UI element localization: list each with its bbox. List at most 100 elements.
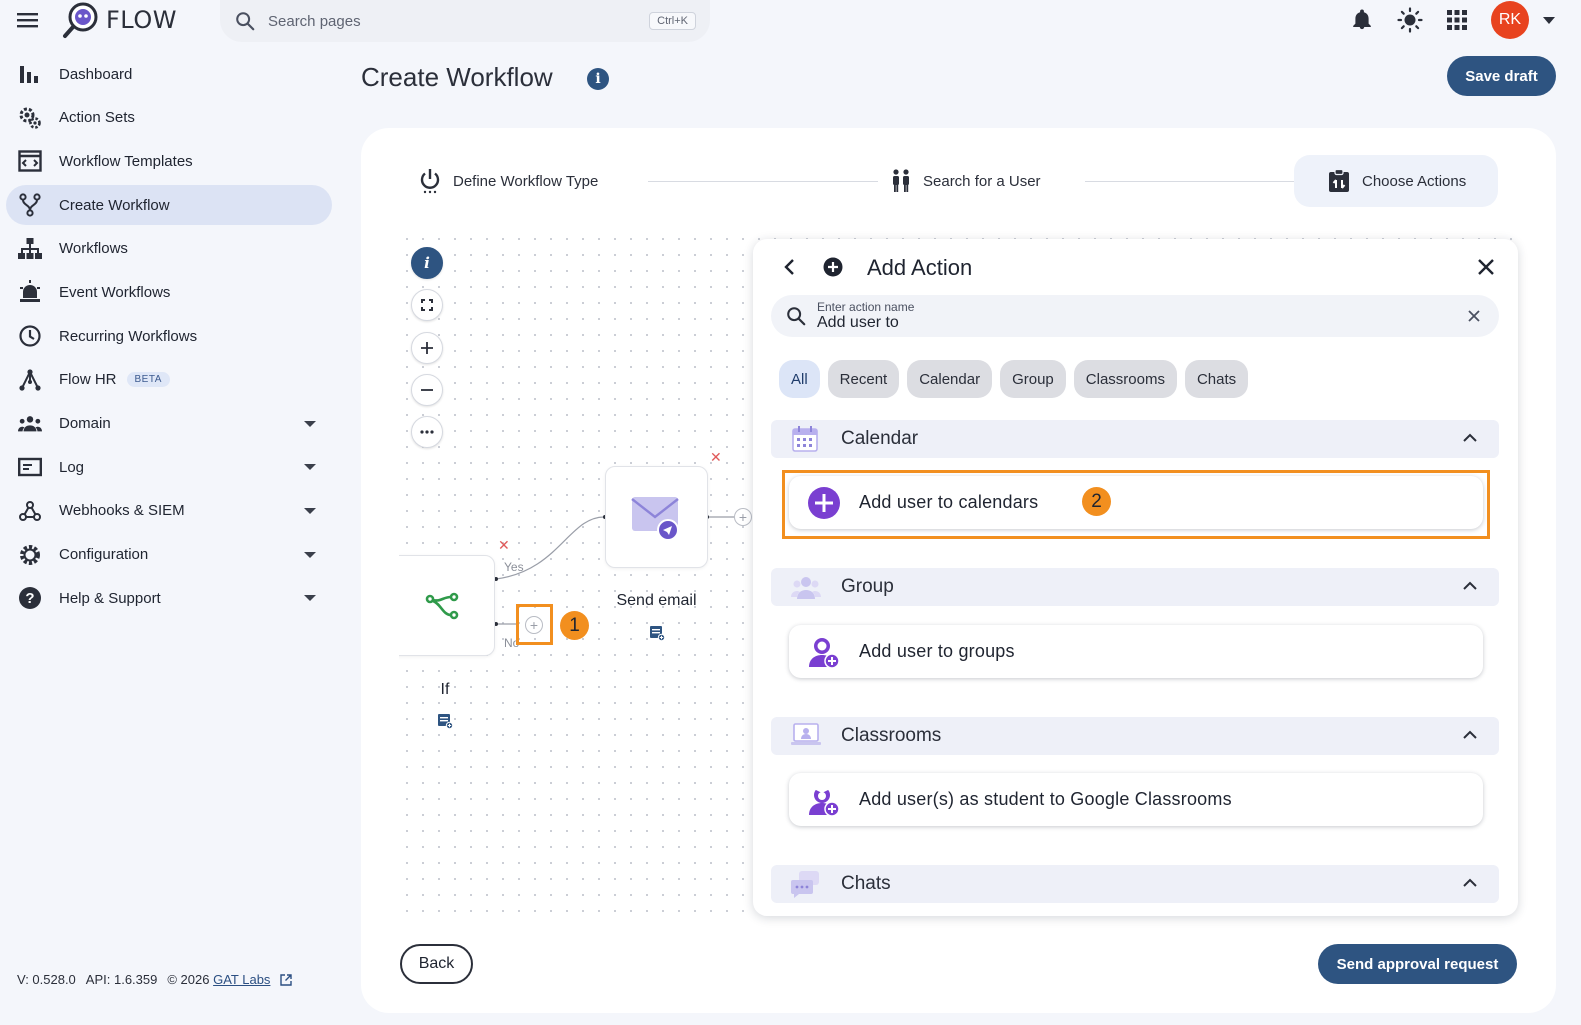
api-version: API: 1.6.359 — [85, 972, 158, 987]
template-icon — [18, 149, 42, 173]
highlight-add-step — [516, 604, 553, 645]
user-menu[interactable]: RK — [1491, 1, 1555, 39]
info-icon[interactable]: i — [587, 68, 609, 90]
bar-chart-icon — [18, 62, 42, 86]
filter-chip-group[interactable]: Group — [1000, 360, 1066, 398]
apps-grid-icon[interactable] — [1447, 10, 1467, 30]
clear-search-icon[interactable] — [1468, 310, 1480, 322]
sidebar-item-label: Event Workflows — [59, 283, 171, 301]
send-email-label: Send email — [616, 592, 697, 609]
menu-icon[interactable] — [17, 10, 39, 30]
chevron-up-icon[interactable] — [1463, 433, 1477, 442]
caret-down-icon[interactable] — [304, 420, 316, 427]
send-approval-button[interactable]: Send approval request — [1318, 944, 1517, 984]
sidebar-item-workflows[interactable]: Workflows — [6, 229, 332, 269]
chevron-up-icon[interactable] — [1463, 730, 1477, 739]
sidebar-item-event-workflows[interactable]: Event Workflows — [6, 272, 332, 312]
notes-icon[interactable] — [649, 625, 665, 641]
people-icon — [18, 412, 42, 436]
caret-down-icon[interactable] — [304, 507, 316, 514]
chevron-down-icon[interactable] — [1543, 16, 1555, 24]
log-icon — [18, 455, 42, 479]
section-calendar[interactable]: Calendar — [771, 420, 1499, 458]
sidebar-item-flow-hr[interactable]: Flow HR BETA — [6, 360, 332, 400]
sidebar-item-label: Webhooks & SIEM — [59, 502, 185, 520]
chevron-up-icon[interactable] — [1463, 581, 1477, 590]
company-link[interactable]: GAT Labs — [213, 972, 270, 987]
sidebar-item-workflow-templates[interactable]: Workflow Templates — [6, 141, 332, 181]
action-add-user-to-groups[interactable]: Add user to groups — [789, 625, 1483, 678]
close-icon[interactable] — [1477, 258, 1495, 276]
notes-icon[interactable] — [437, 713, 453, 729]
section-chats[interactable]: Chats — [771, 865, 1499, 903]
section-classrooms[interactable]: Classrooms — [771, 717, 1499, 755]
sidebar-item-label: Configuration — [59, 546, 149, 564]
search-input[interactable] — [268, 12, 650, 30]
chevron-up-icon[interactable] — [1463, 878, 1477, 887]
step-badge-2: 2 — [1082, 487, 1111, 516]
remove-node-icon[interactable]: ✕ — [710, 449, 722, 466]
action-add-student-to-classrooms[interactable]: Add user(s) as student to Google Classro… — [789, 773, 1483, 826]
calendar-icon — [792, 426, 818, 452]
search-icon — [236, 12, 255, 31]
avatar[interactable]: RK — [1491, 1, 1529, 39]
external-link-icon[interactable] — [280, 973, 293, 986]
filter-chip-classrooms[interactable]: Classrooms — [1073, 360, 1177, 398]
add-circle-icon — [823, 257, 843, 277]
add-student-icon — [809, 785, 840, 817]
beta-badge: BETA — [126, 372, 170, 388]
branch-icon — [425, 592, 459, 619]
back-button[interactable]: Back — [400, 944, 473, 984]
section-group[interactable]: Group — [771, 568, 1499, 606]
section-title: Calendar — [841, 428, 919, 449]
group-icon — [791, 577, 821, 599]
filter-chips: All Recent Calendar Group Classrooms Cha… — [779, 360, 1249, 398]
if-node[interactable] — [399, 555, 495, 656]
email-icon — [630, 497, 679, 541]
step-choose-actions[interactable]: Choose Actions — [1294, 155, 1499, 207]
sidebar-item-log[interactable]: Log — [6, 447, 332, 487]
step-badge-1: 1 — [560, 611, 589, 640]
action-search-field[interactable]: Enter action name — [771, 295, 1499, 337]
caret-down-icon[interactable] — [304, 595, 316, 602]
sidebar-item-label: Dashboard — [59, 65, 133, 83]
step-connector — [1085, 181, 1295, 182]
sidebar-item-label: Log — [59, 458, 85, 476]
step-connector — [648, 181, 878, 182]
filter-chip-all[interactable]: All — [779, 360, 820, 398]
action-search-input[interactable] — [817, 314, 1417, 332]
sidebar-item-configuration[interactable]: Configuration — [6, 535, 332, 575]
clipboard-icon — [1329, 169, 1349, 192]
sidebar-item-label: Help & Support — [59, 589, 161, 607]
stepper: Define Workflow Type Search for a User C… — [361, 155, 1556, 207]
add-step-after-email[interactable]: + — [734, 508, 752, 526]
sidebar-item-domain[interactable]: Domain — [6, 404, 332, 444]
sidebar-item-webhooks[interactable]: Webhooks & SIEM — [6, 491, 332, 531]
action-label: Add user(s) as student to Google Classro… — [859, 789, 1232, 809]
sidebar-item-dashboard[interactable]: Dashboard — [6, 54, 332, 94]
sidebar-item-label: Recurring Workflows — [59, 327, 198, 345]
bell-icon[interactable] — [1351, 8, 1373, 32]
sidebar-item-create-workflow[interactable]: Create Workflow — [6, 185, 332, 226]
save-draft-button[interactable]: Save draft — [1447, 56, 1556, 96]
users-icon — [893, 169, 909, 192]
back-arrow-icon[interactable] — [783, 258, 795, 276]
send-email-node[interactable] — [605, 466, 708, 568]
app-version: V: 0.528.0 — [17, 972, 76, 987]
caret-down-icon[interactable] — [304, 551, 316, 558]
sidebar-item-action-sets[interactable]: Action Sets — [6, 98, 332, 138]
step-define-workflow-type[interactable]: Define Workflow Type — [419, 155, 598, 207]
filter-chip-calendar[interactable]: Calendar — [907, 360, 993, 398]
sidebar-item-help[interactable]: ? Help & Support — [6, 578, 332, 618]
svg-text:?: ? — [25, 590, 34, 607]
theme-toggle-icon[interactable] — [1397, 7, 1423, 33]
step-search-user[interactable]: Search for a User — [891, 155, 1041, 207]
highlight-add-to-calendars — [782, 470, 1490, 539]
filter-chip-recent[interactable]: Recent — [827, 360, 900, 398]
section-title: Classrooms — [841, 725, 942, 746]
app-logo[interactable]: FLOW — [62, 0, 177, 40]
filter-chip-chats[interactable]: Chats — [1184, 360, 1249, 398]
remove-edge-icon[interactable]: ✕ — [498, 537, 510, 554]
caret-down-icon[interactable] — [304, 464, 316, 471]
sidebar-item-recurring-workflows[interactable]: Recurring Workflows — [6, 316, 332, 356]
